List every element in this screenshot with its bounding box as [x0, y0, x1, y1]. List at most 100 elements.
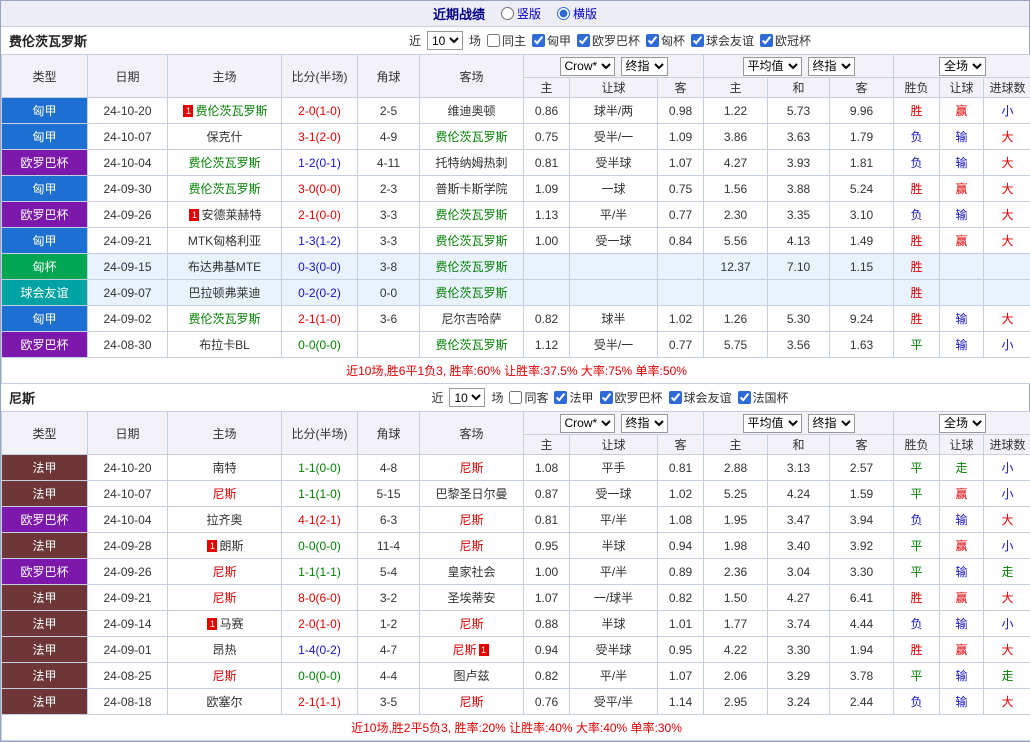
- corner-cell: 4-9: [358, 124, 420, 150]
- competition-filter[interactable]: 法甲: [554, 389, 593, 406]
- filter-label: 欧罗巴杯: [592, 32, 640, 49]
- venue-filter[interactable]: 同客: [509, 389, 548, 406]
- team-name-text: 尼斯: [212, 591, 236, 605]
- match-row: 匈甲24-09-30费伦茨瓦罗斯3-0(0-0)2-3普斯卡斯学院1.09一球0…: [2, 176, 1030, 202]
- layout-horizontal-option[interactable]: 横版: [557, 5, 597, 22]
- match-row: 匈杯24-09-15布达弗基MTE0-3(0-0)3-8费伦茨瓦罗斯12.377…: [2, 254, 1030, 280]
- away-team-cell: 费伦茨瓦罗斯: [420, 254, 524, 280]
- venue-filter-checkbox[interactable]: [487, 34, 500, 47]
- competition-filter-checkbox[interactable]: [738, 391, 751, 404]
- competition-filter-checkbox[interactable]: [646, 34, 659, 47]
- odds-cell: 5.25: [704, 481, 768, 507]
- league-cell: 匈杯: [2, 254, 88, 280]
- competition-filter-checkbox[interactable]: [669, 391, 682, 404]
- section-header: 费伦茨瓦罗斯近10场同主匈甲欧罗巴杯匈杯球会友谊欧冠杯: [1, 27, 1029, 54]
- header-controls: 全场: [894, 412, 1030, 435]
- recent-label: 近: [431, 389, 443, 406]
- odds-company-select[interactable]: Crow*: [560, 414, 615, 433]
- odds-cell: 0.94: [658, 533, 704, 559]
- odds-cell: 0.81: [524, 507, 570, 533]
- competition-filter[interactable]: 匈杯: [646, 32, 685, 49]
- average-stage-select[interactable]: 终指: [808, 414, 855, 433]
- match-row: 匈甲24-09-02费伦茨瓦罗斯2-1(1-0)3-6尼尔吉哈萨0.82球半1.…: [2, 306, 1030, 332]
- date-cell: 24-08-18: [88, 689, 168, 715]
- odds-cell: 0.94: [524, 637, 570, 663]
- horizontal-label: 横版: [573, 5, 597, 22]
- team-name-text: 费伦茨瓦罗斯: [435, 260, 507, 274]
- team-name-text: MTK匈格利亚: [188, 234, 261, 248]
- competition-filter-checkbox[interactable]: [691, 34, 704, 47]
- home-team-cell: 尼斯: [168, 663, 282, 689]
- competition-filter[interactable]: 法国杯: [738, 389, 789, 406]
- home-team-cell: 1朗斯: [168, 533, 282, 559]
- competition-filter[interactable]: 欧罗巴杯: [600, 389, 663, 406]
- odds-cell: 0.75: [658, 176, 704, 202]
- competition-filter-checkbox[interactable]: [577, 34, 590, 47]
- competition-filter-checkbox[interactable]: [532, 34, 545, 47]
- scope-select[interactable]: 全场: [939, 57, 986, 76]
- result-cell: 胜: [894, 585, 940, 611]
- result-cell: 走: [984, 663, 1030, 689]
- team-name-text: 费伦茨瓦罗斯: [195, 104, 267, 118]
- average-select[interactable]: 平均值: [743, 414, 802, 433]
- date-cell: 24-08-25: [88, 663, 168, 689]
- match-row: 欧罗巴杯24-10-04费伦茨瓦罗斯1-2(0-1)4-11托特纳姆热刺0.81…: [2, 150, 1030, 176]
- result-cell: 赢: [940, 637, 984, 663]
- league-cell: 匈甲: [2, 176, 88, 202]
- competition-filter[interactable]: 球会友谊: [669, 389, 732, 406]
- score-cell: 1-1(0-0): [282, 455, 358, 481]
- average-select[interactable]: 平均值: [743, 57, 802, 76]
- competition-filter[interactable]: 匈甲: [532, 32, 571, 49]
- venue-filter-checkbox[interactable]: [509, 391, 522, 404]
- column-subheader: 进球数: [984, 435, 1030, 455]
- away-team-cell: 费伦茨瓦罗斯: [420, 332, 524, 358]
- filter-label: 欧冠杯: [775, 32, 811, 49]
- team-name-text: 尼斯: [212, 487, 236, 501]
- odds-cell: 3.92: [830, 533, 894, 559]
- result-cell: 胜: [894, 254, 940, 280]
- column-header: 类型: [2, 55, 88, 98]
- odds-cell: 受半/一: [570, 332, 658, 358]
- result-cell: 胜: [894, 280, 940, 306]
- result-cell: 赢: [940, 176, 984, 202]
- venue-filter[interactable]: 同主: [487, 32, 526, 49]
- score-cell: 4-1(2-1): [282, 507, 358, 533]
- match-count-select[interactable]: 10: [427, 31, 463, 50]
- odds-stage-select[interactable]: 终指: [621, 414, 668, 433]
- odds-cell: 4.27: [768, 585, 830, 611]
- result-cell: 胜: [894, 98, 940, 124]
- result-cell: 大: [984, 202, 1030, 228]
- average-stage-select[interactable]: 终指: [808, 57, 855, 76]
- horizontal-radio[interactable]: [557, 7, 570, 20]
- home-team-cell: 1马赛: [168, 611, 282, 637]
- competition-filter[interactable]: 球会友谊: [691, 32, 754, 49]
- team-name-text: 尼斯: [212, 565, 236, 579]
- score-cell: 1-1(1-1): [282, 559, 358, 585]
- odds-cell: 3.35: [768, 202, 830, 228]
- odds-cell: 3.13: [768, 455, 830, 481]
- competition-filter[interactable]: 欧冠杯: [760, 32, 811, 49]
- odds-cell: 平/半: [570, 202, 658, 228]
- odds-cell: 9.96: [830, 98, 894, 124]
- odds-cell: 0.82: [524, 663, 570, 689]
- competition-filter-checkbox[interactable]: [600, 391, 613, 404]
- scope-select[interactable]: 全场: [939, 414, 986, 433]
- odds-stage-select[interactable]: 终指: [621, 57, 668, 76]
- date-cell: 24-09-21: [88, 585, 168, 611]
- match-row: 匈甲24-09-21MTK匈格利亚1-3(1-2)3-3费伦茨瓦罗斯1.00受一…: [2, 228, 1030, 254]
- competition-filter[interactable]: 欧罗巴杯: [577, 32, 640, 49]
- odds-cell: [658, 280, 704, 306]
- competition-filter-checkbox[interactable]: [554, 391, 567, 404]
- competition-filter-checkbox[interactable]: [760, 34, 773, 47]
- odds-cell: 3.30: [768, 637, 830, 663]
- team-name-text: 尼尔吉哈萨: [441, 312, 501, 326]
- match-count-select[interactable]: 10: [449, 388, 485, 407]
- date-cell: 24-09-30: [88, 176, 168, 202]
- league-cell: 欧罗巴杯: [2, 150, 88, 176]
- score-cell: 0-0(0-0): [282, 332, 358, 358]
- odds-company-select[interactable]: Crow*: [560, 57, 615, 76]
- filter-label: 法国杯: [753, 389, 789, 406]
- vertical-radio[interactable]: [501, 7, 514, 20]
- odds-cell: [704, 280, 768, 306]
- layout-vertical-option[interactable]: 竖版: [501, 5, 541, 22]
